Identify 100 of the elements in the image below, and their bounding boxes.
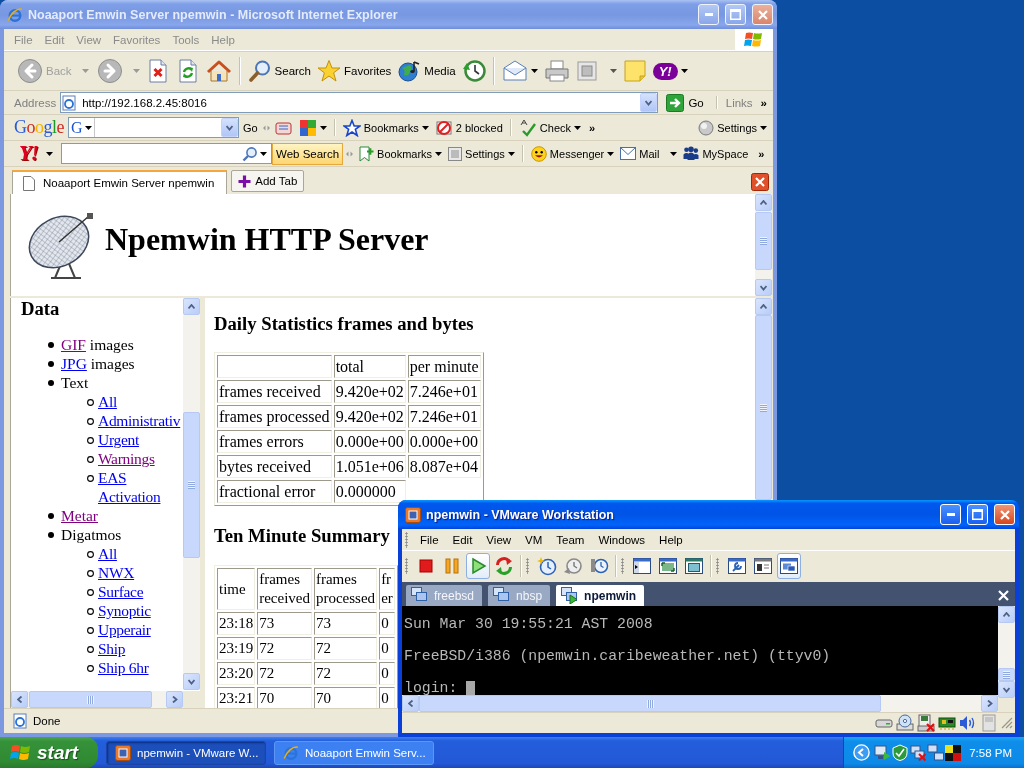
menu-item[interactable]: Edit: [445, 533, 480, 546]
add-tab-button[interactable]: Add Tab: [231, 170, 305, 192]
link[interactable]: Warnings: [98, 449, 155, 468]
bookmarks-button[interactable]: Bookmarks: [340, 116, 431, 139]
start-button[interactable]: start: [0, 737, 98, 768]
vertical-scrollbar[interactable]: [998, 606, 1015, 698]
chevron-left-icon[interactable]: [853, 744, 870, 761]
menu-item[interactable]: Windows: [591, 533, 653, 546]
spell-check-button[interactable]: Check: [516, 116, 583, 139]
settings-button[interactable]: Settings: [446, 142, 517, 165]
scrollbar-thumb[interactable]: [755, 212, 772, 270]
column-header: frames processed: [313, 568, 378, 610]
mail-button[interactable]: Mail: [618, 142, 680, 165]
link[interactable]: Metar: [61, 506, 98, 525]
console-button[interactable]: [777, 553, 801, 579]
link[interactable]: Upperair: [98, 620, 151, 639]
horizontal-scrollbar[interactable]: [402, 695, 998, 712]
play-button[interactable]: [466, 553, 490, 579]
more-button[interactable]: »: [756, 96, 771, 109]
floppy-drive-icon[interactable]: [917, 714, 935, 732]
link[interactable]: Synoptic: [98, 601, 151, 620]
list-text: images: [90, 355, 135, 372]
scroll-up-button[interactable]: [998, 606, 1015, 623]
page-title: Npemwin HTTP Server: [105, 220, 429, 258]
more-button[interactable]: »: [585, 121, 600, 134]
computer-arrow-icon[interactable]: [874, 744, 891, 761]
vm-tab[interactable]: npemwin: [556, 585, 645, 606]
dropdown-button[interactable]: [640, 93, 658, 112]
close-tab-button[interactable]: [751, 173, 769, 191]
caret-icon: [680, 69, 688, 73]
network-error-icon[interactable]: [909, 744, 926, 761]
taskbar-button[interactable]: npemwin - VMware W...: [106, 740, 266, 765]
more-button[interactable]: »: [752, 147, 771, 160]
engine-menu-button[interactable]: G: [69, 118, 95, 137]
link[interactable]: Ship: [98, 639, 126, 658]
minimize-button[interactable]: [698, 4, 719, 25]
column-header: per minute: [407, 355, 481, 378]
color-squares-icon[interactable]: [945, 744, 961, 761]
search-field[interactable]: G: [68, 117, 239, 138]
link[interactable]: Surface: [98, 582, 144, 601]
shield-icon[interactable]: [892, 744, 908, 761]
scrollbar-thumb[interactable]: [419, 695, 881, 712]
web-search-button[interactable]: Web Search: [272, 142, 344, 165]
scroll-down-button[interactable]: [998, 681, 1015, 698]
network-icon[interactable]: [927, 744, 944, 761]
network-card-icon[interactable]: [938, 714, 956, 732]
scroll-down-button[interactable]: [755, 279, 772, 296]
browser-tab[interactable]: Noaaport Emwin Server npemwin: [12, 170, 228, 194]
menu-item[interactable]: Team: [549, 533, 592, 546]
dropdown-button[interactable]: [221, 118, 238, 137]
link[interactable]: GIF: [61, 335, 86, 354]
messenger-button[interactable]: Messenger: [528, 142, 617, 165]
address-field[interactable]: http://192.168.2.45:8016: [60, 92, 659, 113]
link[interactable]: JPG: [61, 354, 87, 373]
caret-icon: [607, 151, 615, 156]
vertical-scrollbar[interactable]: [183, 298, 200, 690]
scroll-down-button[interactable]: [183, 673, 200, 690]
settings-button[interactable]: Settings: [696, 116, 769, 139]
go-button[interactable]: Go: [662, 93, 708, 112]
vertical-scrollbar[interactable]: [755, 194, 772, 296]
link[interactable]: Administrativ: [98, 411, 181, 430]
scroll-left-button[interactable]: [402, 695, 419, 712]
square-icon: [416, 556, 436, 576]
close-button[interactable]: [752, 4, 773, 25]
scroll-left-button[interactable]: [11, 691, 28, 708]
link[interactable]: All: [98, 544, 117, 563]
link[interactable]: NWX: [98, 563, 135, 582]
favorites-button[interactable]: Favorites: [314, 54, 395, 88]
bookmarks-button[interactable]: Bookmarks: [356, 142, 445, 165]
menu-item[interactable]: VM: [518, 533, 550, 546]
scroll-up-button[interactable]: [755, 194, 772, 211]
scroll-right-button[interactable]: [166, 691, 183, 708]
window-title: Noaaport Emwin Server npemwin - Microsoft Internet Explorer: [28, 7, 399, 22]
resize-grip-icon[interactable]: [1001, 717, 1013, 729]
link[interactable]: All: [98, 392, 117, 411]
search-field[interactable]: [61, 143, 272, 164]
scrollbar-thumb[interactable]: [998, 668, 1015, 681]
search-button[interactable]: Search: [244, 54, 314, 88]
link[interactable]: Urgent: [98, 430, 139, 449]
scroll-up-button[interactable]: [755, 298, 772, 315]
media-button[interactable]: Media: [394, 54, 459, 88]
menu-item[interactable]: Help: [652, 533, 690, 546]
menu-item[interactable]: File: [413, 533, 446, 546]
logo-button[interactable]: Y!: [649, 54, 691, 88]
link[interactable]: EAS Activation: [98, 468, 183, 506]
scrollbar-thumb[interactable]: [183, 412, 200, 558]
popup-blocker-button[interactable]: 2 blocked: [432, 116, 505, 139]
menu-item[interactable]: View: [479, 533, 519, 546]
scroll-right-button[interactable]: [981, 695, 998, 712]
go-button[interactable]: Go: [241, 116, 260, 139]
link[interactable]: Ship 6hr: [98, 658, 149, 677]
disc-drive-icon[interactable]: [896, 714, 914, 732]
bullet-icon: [87, 551, 94, 558]
scroll-up-button[interactable]: [183, 298, 200, 315]
speaker-icon[interactable]: [959, 714, 977, 732]
maximize-button[interactable]: [725, 4, 746, 25]
scrollbar-thumb[interactable]: [29, 691, 152, 708]
horizontal-scrollbar[interactable]: [11, 691, 183, 708]
taskbar-button[interactable]: Noaaport Emwin Serv...: [274, 740, 434, 765]
myspace-button[interactable]: MySpace: [681, 142, 751, 165]
